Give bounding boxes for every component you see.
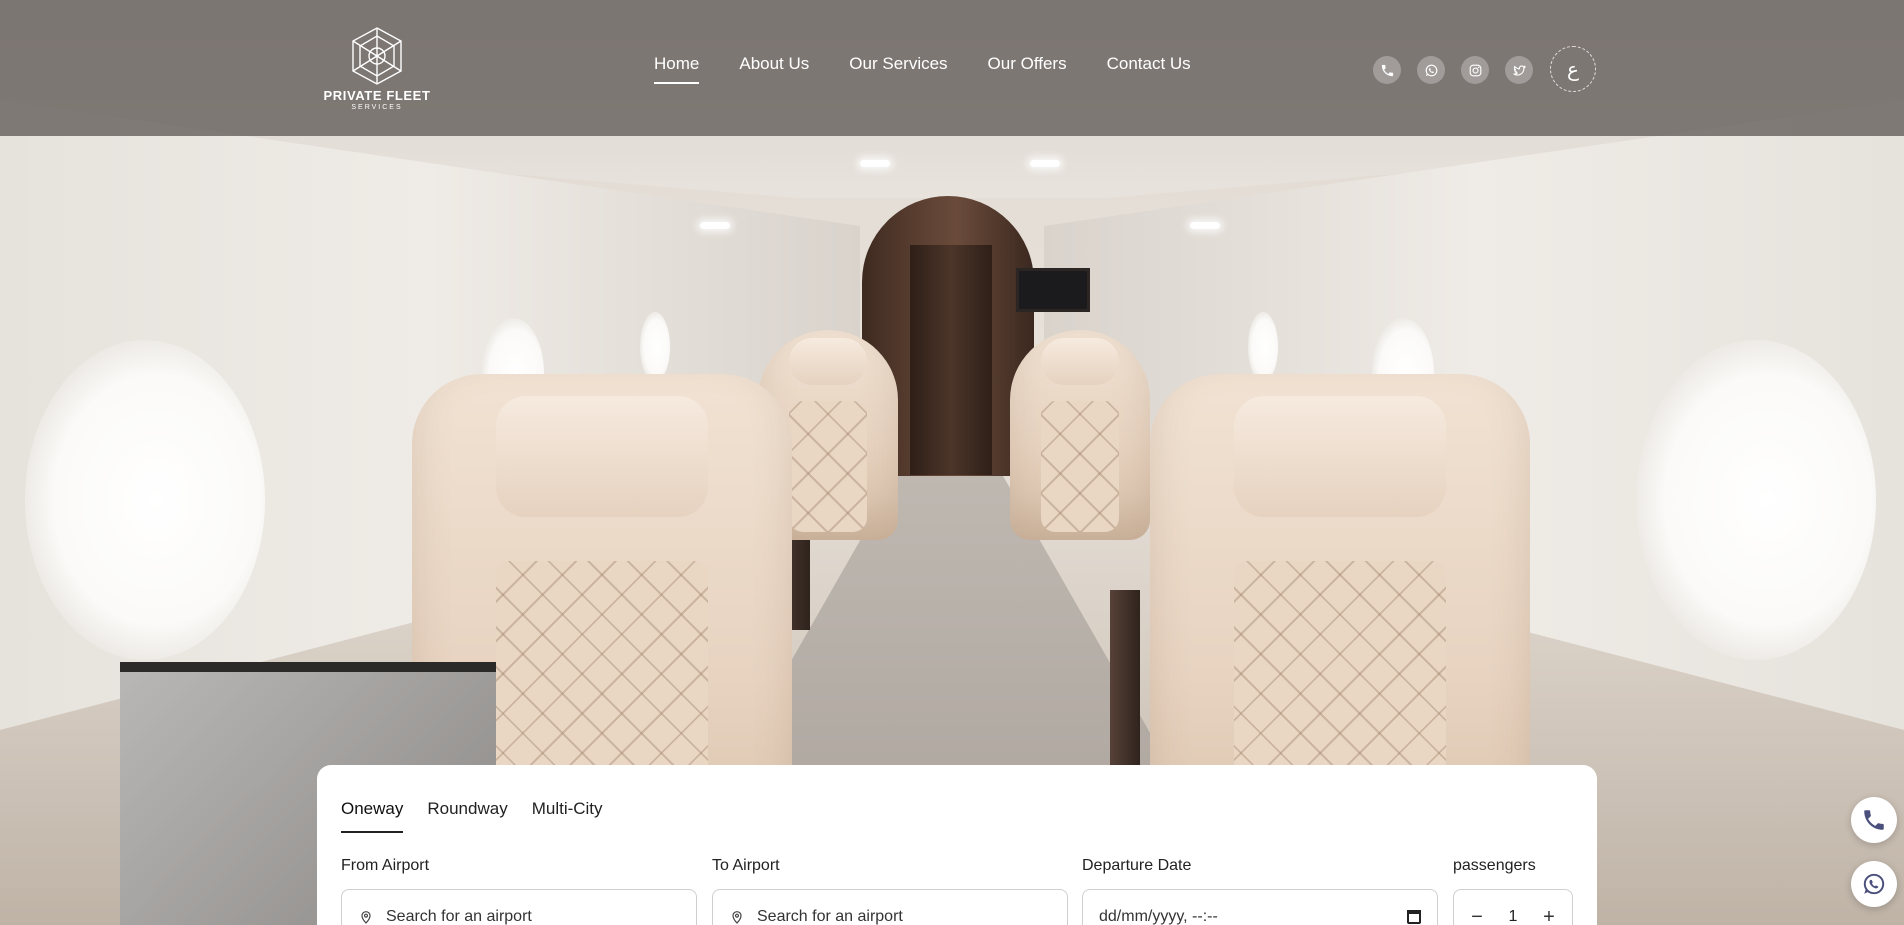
floating-call-button[interactable]	[1851, 797, 1897, 843]
cabin-door	[910, 245, 992, 475]
booking-form: Oneway Roundway Multi-City From Airport …	[317, 765, 1597, 925]
ceiling-light	[860, 160, 890, 167]
cabin-window	[1248, 312, 1278, 382]
floating-whatsapp-button[interactable]	[1851, 861, 1897, 907]
header-twitter-button[interactable]	[1505, 56, 1533, 84]
nav-home[interactable]: Home	[654, 54, 700, 84]
brand-subtitle: SERVICES	[351, 104, 403, 111]
passengers-field: passengers − 1 +	[1453, 857, 1573, 925]
to-airport-label: To Airport	[712, 857, 780, 874]
departure-date-value: dd/mm/yyyy, --:--	[1099, 908, 1218, 925]
ceiling-light	[700, 222, 730, 229]
ceiling-light	[1190, 222, 1220, 229]
nav-contact-us[interactable]: Contact Us	[1107, 54, 1191, 84]
cabin-seat	[1010, 330, 1150, 540]
tab-oneway[interactable]: Oneway	[341, 799, 404, 833]
cabin-window	[640, 312, 670, 382]
phone-icon	[1381, 64, 1393, 76]
phone-icon	[1864, 810, 1884, 830]
brand-name: PRIVATE FLEET	[323, 88, 431, 103]
to-airport-input[interactable]	[757, 908, 1051, 925]
whatsapp-icon	[1425, 64, 1437, 76]
nav-our-services[interactable]: Our Services	[849, 54, 947, 84]
brand-logo[interactable]: PRIVATE FLEET SERVICES	[318, 26, 436, 112]
location-pin-icon	[732, 911, 742, 924]
passengers-increment-button[interactable]: +	[1540, 906, 1558, 925]
nav-our-offers[interactable]: Our Offers	[988, 54, 1067, 84]
tab-multi-city[interactable]: Multi-City	[532, 799, 603, 833]
passengers-decrement-button[interactable]: −	[1468, 906, 1486, 925]
language-toggle[interactable]: ع	[1550, 46, 1596, 92]
passengers-count: 1	[1508, 908, 1518, 925]
main-nav: Home About Us Our Services Our Offers Co…	[654, 54, 1191, 84]
departure-date-input[interactable]: dd/mm/yyyy, --:--	[1082, 889, 1438, 925]
nav-about-us[interactable]: About Us	[739, 54, 809, 84]
header-instagram-button[interactable]	[1461, 56, 1489, 84]
from-airport-label: From Airport	[341, 857, 430, 874]
social-links	[1373, 56, 1533, 84]
to-airport-box[interactable]	[712, 889, 1068, 925]
from-airport-input[interactable]	[386, 908, 680, 925]
cabin-window	[1636, 340, 1876, 660]
header-phone-button[interactable]	[1373, 56, 1401, 84]
site-header: PRIVATE FLEET SERVICES Home About Us Our…	[0, 0, 1904, 136]
departure-date-field: Departure Date dd/mm/yyyy, --:--	[1082, 857, 1438, 925]
passengers-label: passengers	[1453, 857, 1536, 874]
departure-date-label: Departure Date	[1082, 857, 1192, 874]
twitter-icon	[1512, 64, 1526, 76]
tab-roundway[interactable]: Roundway	[427, 799, 507, 833]
location-pin-icon	[361, 911, 371, 924]
calendar-icon[interactable]	[1407, 910, 1421, 924]
to-airport-field: To Airport	[712, 857, 1068, 925]
instagram-icon	[1469, 64, 1481, 76]
cabin-monitor	[1016, 268, 1090, 312]
trip-type-tabs: Oneway Roundway Multi-City	[341, 799, 603, 833]
passengers-stepper: − 1 +	[1453, 889, 1573, 925]
whatsapp-icon	[1863, 873, 1885, 895]
from-airport-box[interactable]	[341, 889, 697, 925]
header-whatsapp-button[interactable]	[1417, 56, 1445, 84]
logo-emblem-icon	[352, 27, 402, 85]
ceiling-light	[1030, 160, 1060, 167]
from-airport-field: From Airport	[341, 857, 697, 925]
cabin-window	[25, 340, 265, 660]
language-label: ع	[1567, 57, 1579, 81]
